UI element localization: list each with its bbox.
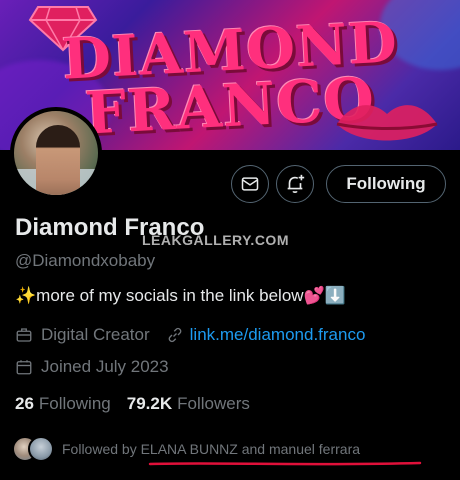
followed-by-text: Followed by ELANA BUNNZ and manuel ferra… — [62, 441, 361, 457]
profile-bio: ✨more of my socials in the link below💕⬇️ — [15, 286, 346, 305]
red-underline-annotation — [148, 461, 422, 466]
following-stat-label: Following — [38, 394, 111, 413]
notifications-button[interactable] — [276, 165, 314, 203]
envelope-icon — [241, 177, 259, 191]
profile-stats: 26 Following 79.2K Followers — [15, 394, 266, 414]
bell-plus-icon — [287, 174, 305, 193]
profile-link-wrap[interactable]: link.me/diamond.franco — [166, 325, 366, 345]
followers-stat[interactable]: 79.2K Followers — [127, 394, 250, 414]
following-count: 26 — [15, 394, 34, 413]
following-button[interactable]: Following — [326, 165, 446, 203]
avatar-photo-figure — [36, 125, 80, 195]
profile-handle: @Diamondxobaby — [15, 251, 156, 270]
profile-category: Digital Creator — [41, 325, 150, 344]
profile-link[interactable]: link.me/diamond.franco — [190, 325, 366, 345]
follower-avatar — [28, 436, 54, 462]
followers-count: 79.2K — [126, 394, 173, 413]
link-icon — [168, 327, 182, 343]
calendar-icon — [16, 360, 32, 375]
watermark: LEAKGALLERY.COM — [142, 232, 289, 248]
joined-row: Joined July 2023 — [15, 357, 169, 377]
message-button[interactable] — [231, 165, 269, 203]
profile-avatar[interactable] — [10, 107, 102, 199]
following-stat[interactable]: 26 Following — [15, 394, 111, 414]
lips-icon — [336, 105, 438, 141]
followers-stat-label: Followers — [177, 394, 250, 413]
briefcase-icon — [16, 328, 32, 342]
profile-joined: Joined July 2023 — [41, 357, 169, 376]
profile-meta-row: Digital Creator link.me/diamond.franco — [15, 325, 365, 345]
followed-by-row[interactable]: Followed by ELANA BUNNZ and manuel ferra… — [12, 436, 360, 462]
